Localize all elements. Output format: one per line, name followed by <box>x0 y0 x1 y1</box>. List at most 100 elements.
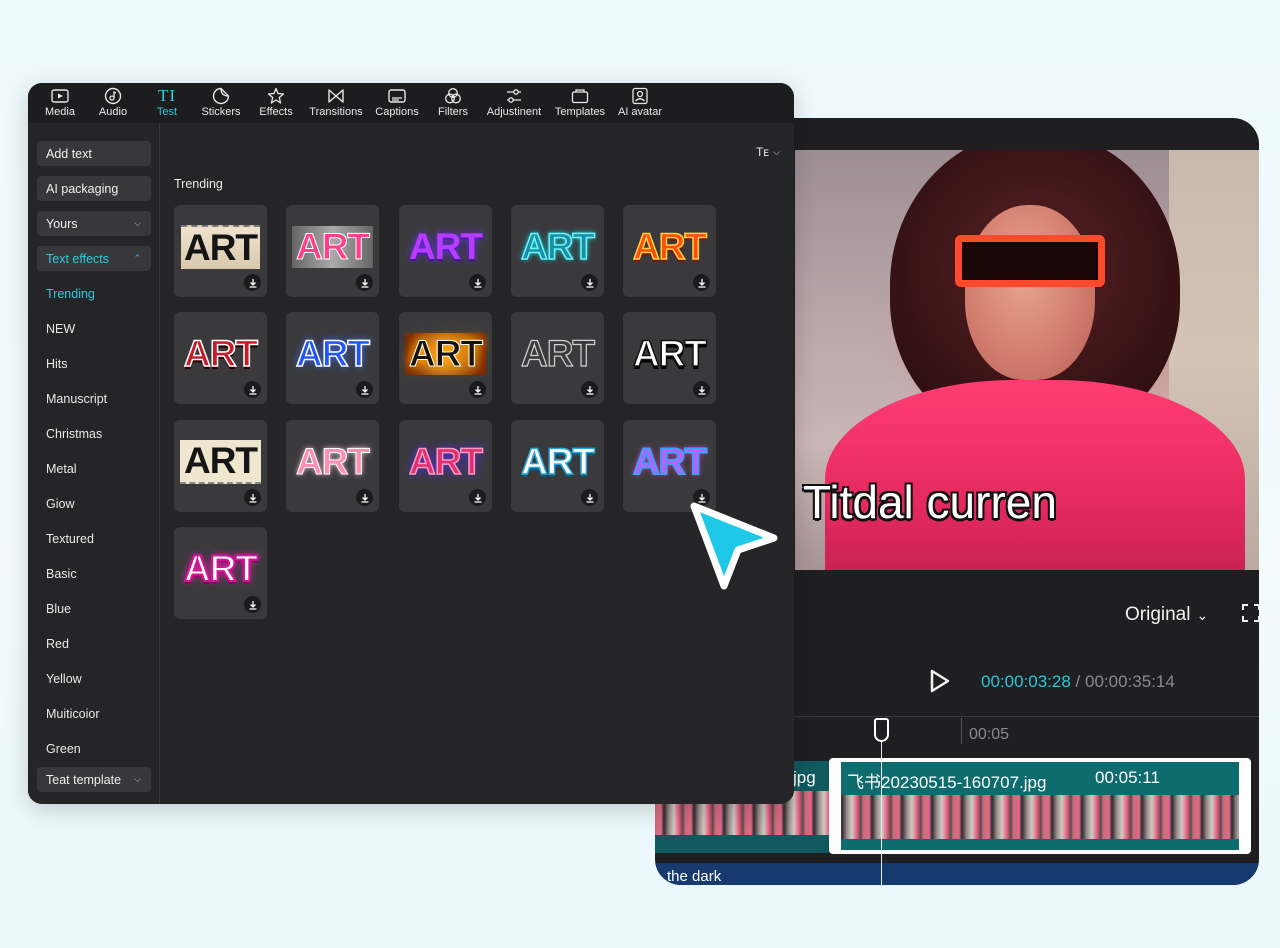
tool-stickers[interactable]: Stickers <box>194 83 248 123</box>
clip-duration: 00:05:11 <box>1095 768 1160 787</box>
playhead-handle[interactable] <box>874 718 889 742</box>
adjustment-icon <box>505 86 523 106</box>
font-filter-label: Tᴇ <box>755 145 770 159</box>
effects-icon <box>267 86 285 106</box>
sidebar-item-multicolor[interactable]: Muiticoior <box>46 707 100 721</box>
art-preview: ART <box>520 440 596 483</box>
download-icon[interactable] <box>469 489 486 506</box>
fullscreen-icon[interactable] <box>1242 604 1259 622</box>
text-effect-card[interactable]: ART <box>511 205 604 297</box>
tool-effects[interactable]: Effects <box>248 83 304 123</box>
font-filter-dropdown[interactable]: Tᴇ ⌵ <box>756 145 780 159</box>
ruler-tick <box>961 718 962 744</box>
text-effects-grid-area: Tᴇ ⌵ Trending ART ART ART ART ART ART AR… <box>161 123 794 804</box>
chevron-down-icon: ⌵ <box>134 218 141 228</box>
text-effect-card[interactable]: ART <box>174 527 267 619</box>
sidebar-item-metal[interactable]: Metal <box>46 462 77 476</box>
time-separator: / <box>1075 672 1081 691</box>
timecode-display: 00:00:03:28 / 00:00:35:14 <box>981 672 1175 692</box>
sidebar-item-glow[interactable]: Giow <box>46 497 74 511</box>
tool-label: Test <box>156 106 178 118</box>
yours-dropdown[interactable]: Yours ⌵ <box>37 211 151 236</box>
text-effect-card[interactable]: ART <box>174 312 267 404</box>
tool-transitions[interactable]: Transitions <box>304 83 368 123</box>
text-effect-card[interactable]: ART <box>623 312 716 404</box>
play-icon[interactable] <box>929 669 951 693</box>
ai-avatar-icon <box>631 86 649 106</box>
text-panel: Media Audio TI Test Stickers Effects Tra… <box>28 83 794 804</box>
tool-media[interactable]: Media <box>34 83 86 123</box>
tool-filters[interactable]: Filters <box>426 83 480 123</box>
add-text-button[interactable]: Add text <box>37 141 151 166</box>
sidebar-item-christmas[interactable]: Christmas <box>46 427 102 441</box>
text-effect-card[interactable]: ART <box>399 420 492 512</box>
tool-adjustment[interactable]: Adjustinent <box>480 83 548 123</box>
download-icon[interactable] <box>356 489 373 506</box>
art-preview: ART <box>408 440 484 483</box>
audio-track[interactable]: the dark <box>655 863 1259 885</box>
art-preview: ART <box>404 333 487 375</box>
tool-label: Media <box>45 106 75 118</box>
text-effect-card[interactable]: ART <box>286 312 379 404</box>
ai-packaging-label: AI packaging <box>46 181 119 196</box>
ruler-time-label: 00:05 <box>969 726 1010 743</box>
video-caption-text[interactable]: Titdal curren <box>803 475 1057 529</box>
download-icon[interactable] <box>356 381 373 398</box>
total-time: 00:00:35:14 <box>1085 672 1175 691</box>
media-icon <box>51 86 69 106</box>
text-effect-card[interactable]: ART <box>623 205 716 297</box>
subject-sunglasses <box>955 235 1105 287</box>
text-effects-dropdown[interactable]: Text effects ⌃ <box>37 246 151 271</box>
clip-filename: 飞书20230515-160707.jpg <box>847 773 1047 792</box>
text-effect-card[interactable]: ART <box>286 205 379 297</box>
sidebar-item-yellow[interactable]: Yellow <box>46 672 82 686</box>
audio-icon <box>104 86 122 106</box>
sidebar-item-hits[interactable]: Hits <box>46 357 68 371</box>
ai-packaging-button[interactable]: AI packaging <box>37 176 151 201</box>
download-icon[interactable] <box>356 274 373 291</box>
main-toolbar: Media Audio TI Test Stickers Effects Tra… <box>28 83 794 123</box>
sidebar-item-textured[interactable]: Textured <box>46 532 94 546</box>
section-title-trending: Trending <box>174 177 223 191</box>
download-icon[interactable] <box>244 274 261 291</box>
text-effect-card[interactable]: ART <box>511 312 604 404</box>
aspect-ratio-select[interactable]: Original ⌄ <box>1125 604 1208 626</box>
text-effect-card[interactable]: ART <box>399 312 492 404</box>
sidebar-item-green[interactable]: Green <box>46 742 81 756</box>
tool-text[interactable]: TI Test <box>140 83 194 123</box>
tool-label: Transitions <box>309 106 363 118</box>
download-icon[interactable] <box>244 489 261 506</box>
stickers-icon <box>212 86 230 106</box>
text-template-dropdown[interactable]: Teat template ⌵ <box>37 767 151 792</box>
preview-video-frame[interactable]: Titdal curren <box>795 150 1259 570</box>
sidebar-item-blue[interactable]: Blue <box>46 602 71 616</box>
download-icon[interactable] <box>469 274 486 291</box>
tool-ai-avatar[interactable]: AI avatar <box>612 83 668 123</box>
tool-templates[interactable]: Templates <box>548 83 612 123</box>
clip-trim-handle-right[interactable] <box>1239 762 1251 850</box>
tool-captions[interactable]: Captions <box>368 83 426 123</box>
text-effect-card[interactable]: ART <box>399 205 492 297</box>
text-effect-card[interactable]: ART <box>174 205 267 297</box>
sidebar-item-trending[interactable]: Trending <box>46 287 95 301</box>
download-icon[interactable] <box>244 381 261 398</box>
tool-audio[interactable]: Audio <box>86 83 140 123</box>
tool-label: Adjustinent <box>486 106 542 118</box>
download-icon[interactable] <box>693 274 710 291</box>
download-icon[interactable] <box>469 381 486 398</box>
text-effect-card[interactable]: ART <box>286 420 379 512</box>
download-icon[interactable] <box>581 274 598 291</box>
text-effect-card[interactable]: ART <box>174 420 267 512</box>
sidebar-item-manuscript[interactable]: Manuscript <box>46 392 107 406</box>
download-icon[interactable] <box>581 489 598 506</box>
sidebar-item-basic[interactable]: Basic <box>46 567 77 581</box>
download-icon[interactable] <box>693 381 710 398</box>
download-icon[interactable] <box>244 596 261 613</box>
download-icon[interactable] <box>581 381 598 398</box>
sidebar-item-red[interactable]: Red <box>46 637 69 651</box>
text-effect-card[interactable]: ART <box>511 420 604 512</box>
clip-trim-handle-left[interactable] <box>829 762 841 850</box>
selected-clip[interactable]: 飞书20230515-160707.jpg 00:05:11 <box>829 758 1251 854</box>
art-preview: ART <box>632 332 708 375</box>
sidebar-item-new[interactable]: NEW <box>46 322 75 336</box>
